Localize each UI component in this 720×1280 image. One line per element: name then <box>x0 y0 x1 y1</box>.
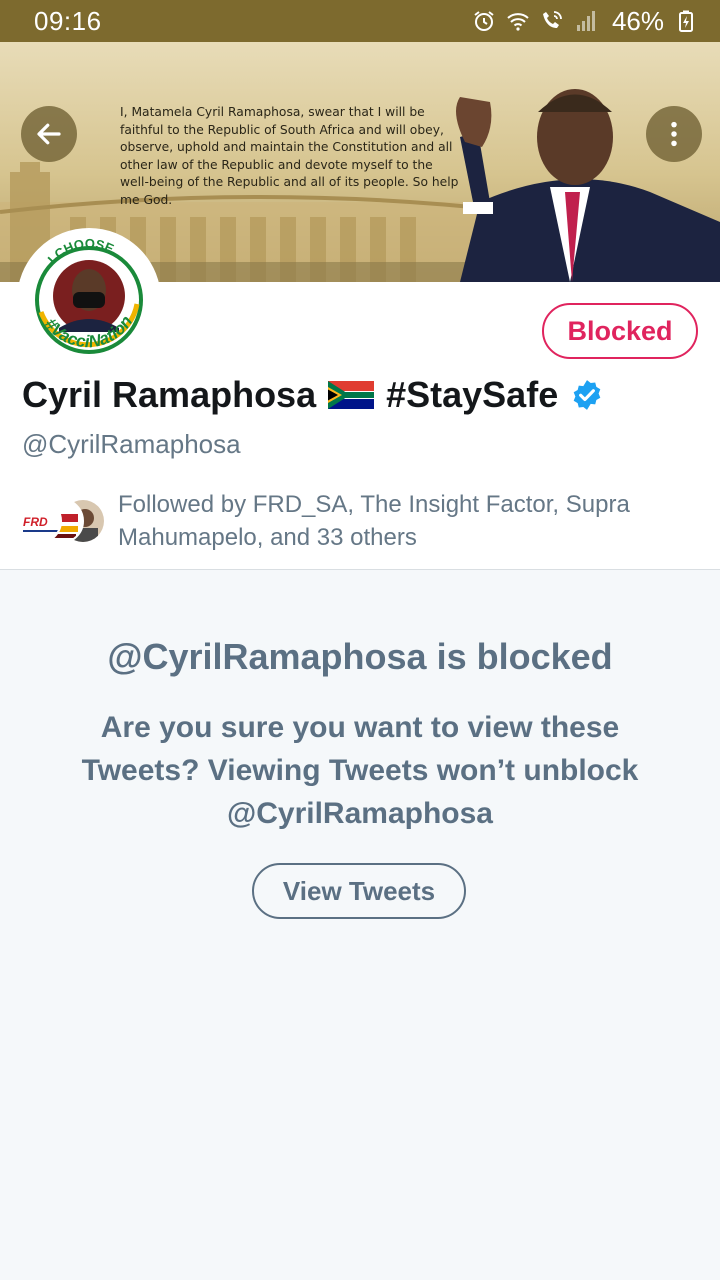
wifi-call-icon <box>542 11 562 28</box>
back-button[interactable] <box>21 106 77 162</box>
signal-icon <box>576 11 595 31</box>
more-options-button[interactable] <box>646 106 702 162</box>
status-icons: 46% <box>472 6 698 37</box>
view-tweets-button[interactable]: View Tweets <box>252 863 466 919</box>
profile-handle: @CyrilRamaphosa <box>22 429 241 459</box>
blocked-notice-body: Are you sure you want to view these Twee… <box>81 711 639 830</box>
wifi-icon <box>507 13 529 31</box>
alarm-icon <box>474 11 494 31</box>
south-africa-flag-icon <box>328 381 375 409</box>
blocked-notice-title: @CyrilRamaphosa is blocked <box>107 636 613 677</box>
vaccination-avatar-image: I CHOOSE #VacciNation <box>21 232 157 368</box>
banner-oath-text: I, Matamela Cyril Ramaphosa, swear that … <box>120 105 459 207</box>
back-arrow-icon <box>37 123 61 145</box>
profile-name: Cyril Ramaphosa <box>22 374 317 415</box>
profile-name-row: Cyril Ramaphosa #StaySafe <box>22 374 604 416</box>
profile-hashtag: #StaySafe <box>386 374 559 415</box>
verified-badge-icon <box>573 380 601 410</box>
follower-badge-text: FRD <box>23 515 48 529</box>
battery-charging-icon <box>679 10 693 32</box>
blocked-button[interactable]: Blocked <box>542 303 698 359</box>
status-time: 09:16 <box>34 5 102 36</box>
profile-avatar[interactable]: I CHOOSE #VacciNation <box>17 228 161 372</box>
followed-by-text[interactable]: Followed by FRD_SA, The Insight Factor, … <box>118 488 678 554</box>
battery-percent: 46% <box>611 5 664 36</box>
more-vertical-icon <box>671 121 677 147</box>
status-bar: 09:16 46% <box>0 0 720 42</box>
follower-avatar: FRD <box>16 498 62 544</box>
banner-person-image <box>456 89 720 282</box>
followers-avatar-stack[interactable]: FRD <box>16 498 108 544</box>
